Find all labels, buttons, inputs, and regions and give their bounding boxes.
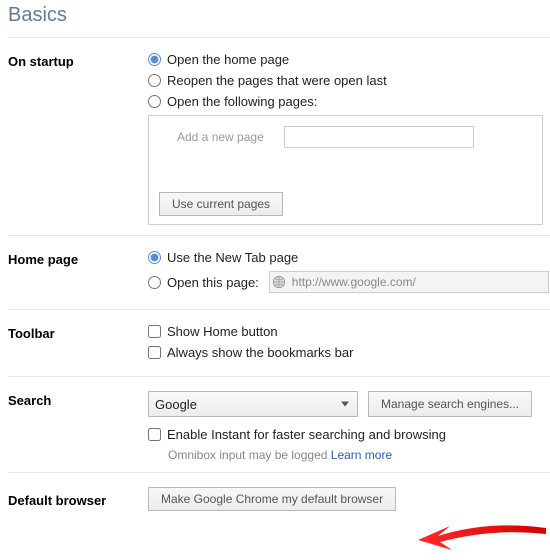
section-search: Search Google Manage search engines... E…: [8, 391, 550, 462]
search-label: Search: [8, 391, 148, 408]
startup-radio-reopen-label: Reopen the pages that were open last: [167, 73, 387, 88]
startup-radio-following-label: Open the following pages:: [167, 94, 317, 109]
use-current-pages-button[interactable]: Use current pages: [159, 192, 283, 216]
divider: [8, 376, 550, 377]
toolbar-show-home-label: Show Home button: [167, 324, 278, 339]
homepage-option-openthis[interactable]: Open this page:: [148, 271, 550, 293]
section-startup: On startup Open the home page Reopen the…: [8, 52, 550, 225]
startup-option-home[interactable]: Open the home page: [148, 52, 550, 67]
homepage-radio-openthis-label: Open this page:: [167, 275, 259, 290]
toolbar-show-bookmarks[interactable]: Always show the bookmarks bar: [148, 345, 550, 360]
toolbar-show-home[interactable]: Show Home button: [148, 324, 550, 339]
startup-radio-home[interactable]: [148, 53, 161, 66]
add-page-input[interactable]: [284, 126, 474, 148]
enable-instant-label: Enable Instant for faster searching and …: [167, 427, 446, 442]
section-homepage: Home page Use the New Tab page Open this…: [8, 250, 550, 299]
divider: [8, 309, 550, 310]
enable-instant[interactable]: Enable Instant for faster searching and …: [148, 427, 550, 442]
enable-instant-checkbox[interactable]: [148, 428, 161, 441]
homepage-option-newtab[interactable]: Use the New Tab page: [148, 250, 550, 265]
make-default-browser-button[interactable]: Make Google Chrome my default browser: [148, 487, 396, 511]
page-title: Basics: [8, 4, 550, 27]
search-engine-select[interactable]: Google: [148, 391, 358, 417]
add-page-placeholder-text: Add a new page: [159, 130, 264, 144]
homepage-radio-newtab[interactable]: [148, 251, 161, 264]
homepage-radio-newtab-label: Use the New Tab page: [167, 250, 298, 265]
startup-label: On startup: [8, 52, 148, 69]
caret-down-icon: [341, 402, 349, 407]
learn-more-link[interactable]: Learn more: [331, 448, 392, 462]
toolbar-label: Toolbar: [8, 324, 148, 341]
section-toolbar: Toolbar Show Home button Always show the…: [8, 324, 550, 366]
globe-icon: [272, 275, 286, 289]
startup-option-following[interactable]: Open the following pages:: [148, 94, 550, 109]
startup-radio-reopen[interactable]: [148, 74, 161, 87]
instant-note: Omnibox input may be logged Learn more: [168, 448, 550, 462]
toolbar-show-bookmarks-checkbox[interactable]: [148, 346, 161, 359]
startup-radio-home-label: Open the home page: [167, 52, 289, 67]
homepage-radio-openthis[interactable]: [148, 276, 161, 289]
divider: [8, 37, 550, 38]
homepage-url-field-wrap[interactable]: [269, 271, 549, 293]
homepage-url-input[interactable]: [290, 274, 544, 290]
toolbar-show-home-checkbox[interactable]: [148, 325, 161, 338]
divider: [8, 235, 550, 236]
section-default-browser: Default browser Make Google Chrome my de…: [8, 487, 550, 511]
startup-radio-following[interactable]: [148, 95, 161, 108]
homepage-label: Home page: [8, 250, 148, 267]
toolbar-show-bookmarks-label: Always show the bookmarks bar: [167, 345, 353, 360]
instant-note-text: Omnibox input may be logged: [168, 448, 331, 462]
manage-search-engines-button[interactable]: Manage search engines...: [368, 391, 532, 417]
divider: [8, 472, 550, 473]
startup-option-reopen[interactable]: Reopen the pages that were open last: [148, 73, 550, 88]
search-engine-selected: Google: [155, 397, 197, 412]
default-browser-label: Default browser: [8, 491, 148, 508]
startup-pages-box: Add a new page Use current pages: [148, 115, 543, 225]
